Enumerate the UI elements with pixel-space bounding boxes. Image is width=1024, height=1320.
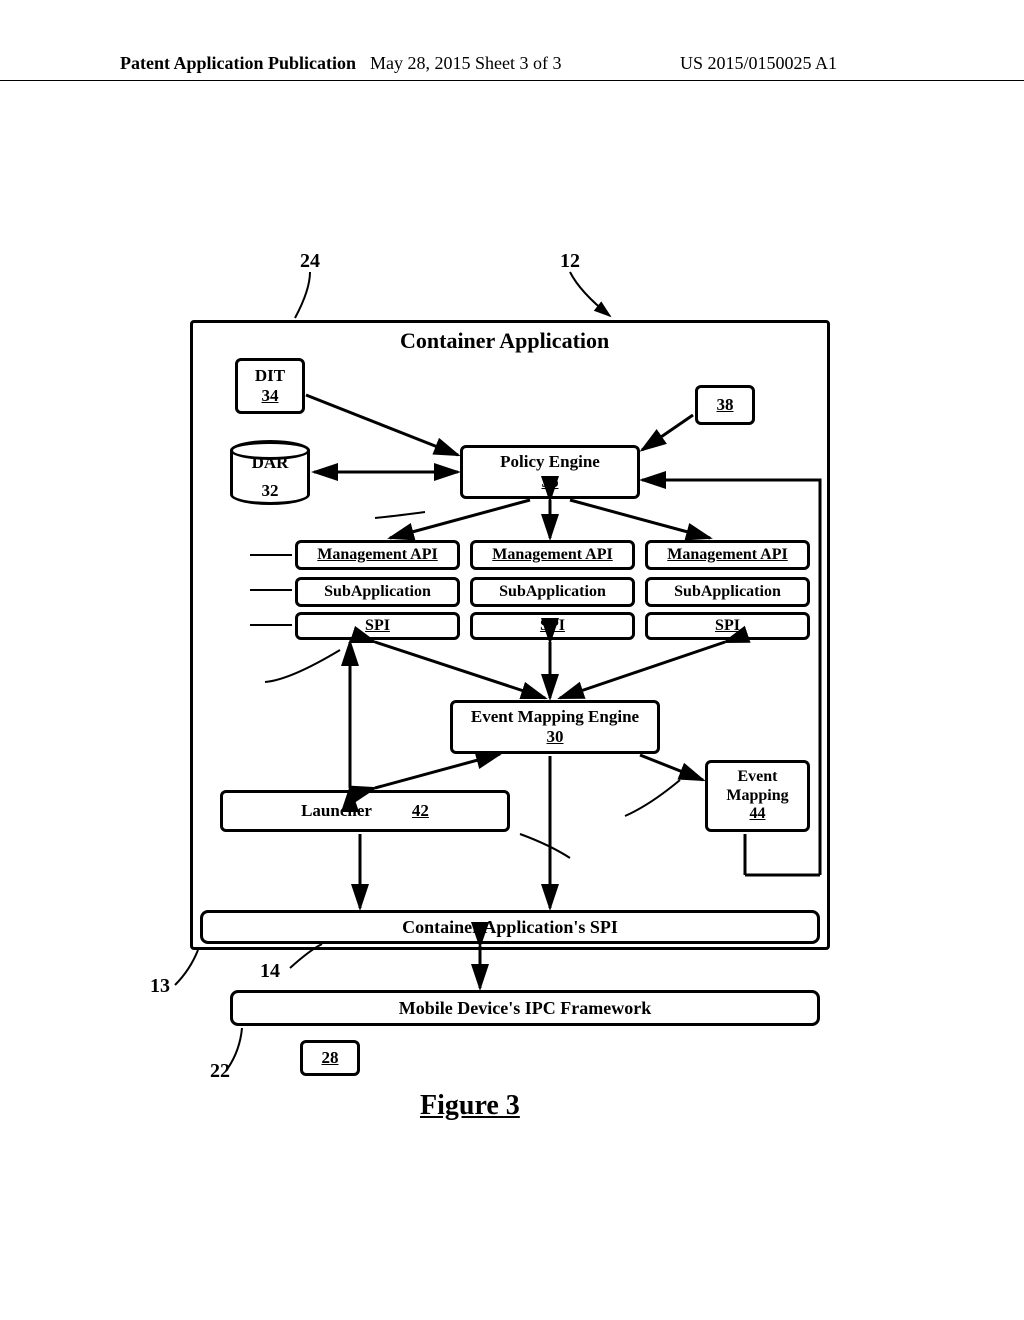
ipc-framework-label: Mobile Device's IPC Framework: [399, 998, 651, 1019]
policy-engine-number: 36: [542, 472, 559, 492]
spi-1-label: SPI: [365, 617, 390, 635]
dar-cylinder: DAR 32: [230, 440, 310, 505]
ipc-framework-bar: Mobile Device's IPC Framework: [230, 990, 820, 1026]
spi-3-label: SPI: [715, 617, 740, 635]
management-api-2: Management API: [470, 540, 635, 570]
policy-engine-box: Policy Engine 36: [460, 445, 640, 499]
ref-22: 22: [210, 1060, 230, 1083]
event-mapping-engine-label: Event Mapping Engine: [471, 707, 639, 727]
spi-3: SPI: [645, 612, 810, 640]
launcher-box: Launcher 42: [220, 790, 510, 832]
header-mid: May 28, 2015 Sheet 3 of 3: [370, 53, 561, 74]
container-spi-bar: Container Application's SPI: [200, 910, 820, 944]
dit-label: DIT: [255, 366, 285, 386]
container-title: Container Application: [400, 328, 609, 354]
ref-13: 13: [150, 975, 170, 998]
dit-box: DIT 34: [235, 358, 305, 414]
event-mapping-engine-box: Event Mapping Engine 30: [450, 700, 660, 754]
event-mapping-number: 44: [750, 805, 766, 823]
management-api-2-label: Management API: [492, 546, 612, 564]
page-header: Patent Application Publication May 28, 2…: [0, 80, 1024, 110]
event-mapping-label2: Mapping: [726, 787, 788, 805]
box-38-number: 38: [717, 395, 734, 415]
box-28-number: 28: [322, 1048, 339, 1068]
management-api-1: Management API: [295, 540, 460, 570]
spi-2: SPI: [470, 612, 635, 640]
event-mapping-box: Event Mapping 44: [705, 760, 810, 832]
launcher-number: 42: [412, 801, 429, 821]
management-api-1-label: Management API: [317, 546, 437, 564]
subapplication-2-label: SubApplication: [499, 583, 606, 601]
management-api-3: Management API: [645, 540, 810, 570]
subapplication-1: SubApplication: [295, 577, 460, 607]
figure-caption: Figure 3: [420, 1090, 520, 1122]
event-mapping-label1: Event: [738, 768, 778, 786]
event-mapping-engine-number: 30: [547, 727, 564, 747]
dar-number: 32: [262, 481, 279, 501]
launcher-label: Launcher: [301, 801, 372, 821]
ref-12: 12: [560, 250, 580, 273]
subapplication-2: SubApplication: [470, 577, 635, 607]
box-38: 38: [695, 385, 755, 425]
box-28: 28: [300, 1040, 360, 1076]
header-left: Patent Application Publication: [120, 53, 356, 74]
dit-number: 34: [262, 386, 279, 406]
ref-14: 14: [260, 960, 280, 983]
header-right: US 2015/0150025 A1: [680, 53, 837, 74]
management-api-3-label: Management API: [667, 546, 787, 564]
subapplication-3: SubApplication: [645, 577, 810, 607]
policy-engine-label: Policy Engine: [500, 452, 600, 472]
spi-1: SPI: [295, 612, 460, 640]
dar-label: DAR: [252, 453, 289, 473]
ref-24: 24: [300, 250, 320, 273]
subapplication-3-label: SubApplication: [674, 583, 781, 601]
subapplication-1-label: SubApplication: [324, 583, 431, 601]
diagram-area: 24 12 13 14 22 40 16 17 18 18 18 18 Cont…: [150, 250, 870, 1120]
container-spi-label: Container Application's SPI: [402, 917, 618, 938]
spi-2-label: SPI: [540, 617, 565, 635]
